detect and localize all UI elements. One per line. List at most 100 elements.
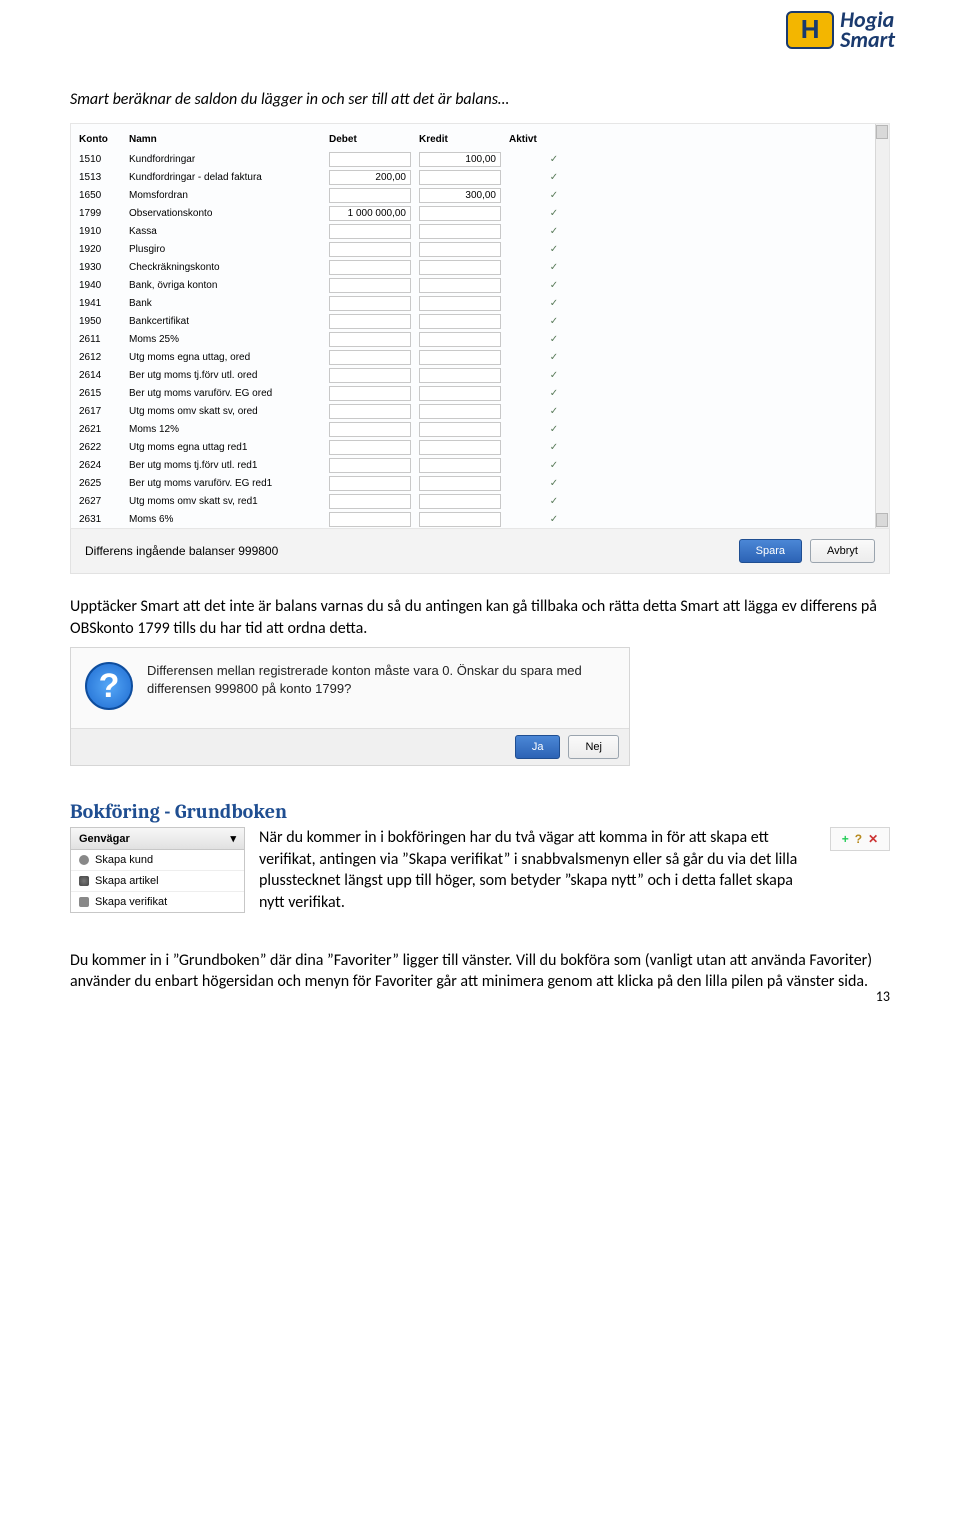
close-icon[interactable]: ✕ bbox=[868, 832, 878, 846]
debet-input[interactable] bbox=[329, 296, 411, 311]
table-row: 2625Ber utg moms varuförv. EG red1✓ bbox=[79, 474, 881, 492]
kredit-input[interactable] bbox=[419, 242, 501, 257]
debet-input[interactable] bbox=[329, 314, 411, 329]
cell-namn: Kundfordringar bbox=[129, 154, 329, 165]
debet-input[interactable] bbox=[329, 332, 411, 347]
debet-input[interactable] bbox=[329, 188, 411, 203]
table-row: 1920Plusgiro✓ bbox=[79, 240, 881, 258]
kredit-input[interactable] bbox=[419, 206, 501, 221]
paragraph-1: Upptäcker Smart att det inte är balans v… bbox=[70, 596, 890, 639]
table-row: 2622Utg moms egna uttag red1✓ bbox=[79, 438, 881, 456]
scrollbar[interactable] bbox=[875, 124, 889, 528]
cell-konto: 1940 bbox=[79, 280, 129, 291]
cell-konto: 2614 bbox=[79, 370, 129, 381]
diff-label: Differens ingående balanser 999800 bbox=[85, 544, 278, 558]
kredit-input[interactable] bbox=[419, 332, 501, 347]
cell-namn: Ber utg moms varuförv. EG red1 bbox=[129, 478, 329, 489]
cell-konto: 1650 bbox=[79, 190, 129, 201]
kredit-input[interactable] bbox=[419, 458, 501, 473]
kredit-input[interactable] bbox=[419, 170, 501, 185]
dialog-yes-button[interactable]: Ja bbox=[515, 735, 561, 759]
cell-konto: 2612 bbox=[79, 352, 129, 363]
grundboken-paragraph: När du kommer in i bokföringen har du tv… bbox=[259, 827, 816, 913]
cell-namn: Bankcertifikat bbox=[129, 316, 329, 327]
kredit-input[interactable] bbox=[419, 368, 501, 383]
cell-namn: Utg moms egna uttag red1 bbox=[129, 442, 329, 453]
cell-namn: Bank bbox=[129, 298, 329, 309]
gear-icon bbox=[79, 876, 89, 886]
kredit-input[interactable] bbox=[419, 404, 501, 419]
table-row: 1940Bank, övriga konton✓ bbox=[79, 276, 881, 294]
cell-namn: Ber utg moms tj.förv utl. ored bbox=[129, 370, 329, 381]
table-row: 1799Observationskonto1 000 000,00✓ bbox=[79, 204, 881, 222]
kredit-input[interactable] bbox=[419, 260, 501, 275]
cell-konto: 1799 bbox=[79, 208, 129, 219]
shortcut-item-skapa-kund[interactable]: Skapa kund bbox=[71, 850, 244, 871]
scroll-up-icon[interactable] bbox=[876, 125, 888, 139]
check-icon: ✓ bbox=[550, 298, 558, 309]
scroll-down-icon[interactable] bbox=[876, 513, 888, 527]
debet-input[interactable]: 200,00 bbox=[329, 170, 411, 185]
question-icon: ? bbox=[85, 662, 133, 710]
kredit-input[interactable] bbox=[419, 512, 501, 527]
cell-namn: Kundfordringar - delad faktura bbox=[129, 172, 329, 183]
cancel-button[interactable]: Avbryt bbox=[810, 539, 875, 563]
debet-input[interactable] bbox=[329, 386, 411, 401]
dialog-no-button[interactable]: Nej bbox=[568, 735, 619, 759]
table-row: 2627Utg moms omv skatt sv, red1✓ bbox=[79, 492, 881, 510]
help-icon[interactable]: ? bbox=[855, 832, 862, 846]
debet-input[interactable] bbox=[329, 242, 411, 257]
chevron-down-icon: ▾ bbox=[230, 832, 236, 845]
check-icon: ✓ bbox=[550, 388, 558, 399]
debet-input[interactable] bbox=[329, 512, 411, 527]
debet-input[interactable] bbox=[329, 494, 411, 509]
plus-icon[interactable]: + bbox=[842, 832, 849, 846]
debet-input[interactable] bbox=[329, 458, 411, 473]
debet-input[interactable] bbox=[329, 476, 411, 491]
kredit-input[interactable] bbox=[419, 440, 501, 455]
col-aktivt: Aktivt bbox=[509, 134, 599, 145]
paragraph-2: Du kommer in i ”Grundboken” där dina ”Fa… bbox=[70, 950, 890, 993]
kredit-input[interactable] bbox=[419, 386, 501, 401]
kredit-input[interactable] bbox=[419, 422, 501, 437]
cell-konto: 2621 bbox=[79, 424, 129, 435]
shortcut-item-skapa-artikel[interactable]: Skapa artikel bbox=[71, 871, 244, 892]
table-row: 2617Utg moms omv skatt sv, ored✓ bbox=[79, 402, 881, 420]
logo-mark-icon: H bbox=[786, 11, 834, 49]
debet-input[interactable] bbox=[329, 440, 411, 455]
intro-paragraph: Smart beräknar de saldon du lägger in oc… bbox=[70, 90, 890, 109]
check-icon: ✓ bbox=[550, 442, 558, 453]
kredit-input[interactable] bbox=[419, 476, 501, 491]
col-debet: Debet bbox=[329, 134, 419, 145]
check-icon: ✓ bbox=[550, 190, 558, 201]
debet-input[interactable] bbox=[329, 368, 411, 383]
check-icon: ✓ bbox=[550, 316, 558, 327]
kredit-input[interactable]: 100,00 bbox=[419, 152, 501, 167]
debet-input[interactable]: 1 000 000,00 bbox=[329, 206, 411, 221]
debet-input[interactable] bbox=[329, 260, 411, 275]
table-row: 2624Ber utg moms tj.förv utl. red1✓ bbox=[79, 456, 881, 474]
debet-input[interactable] bbox=[329, 422, 411, 437]
cell-konto: 2631 bbox=[79, 514, 129, 525]
debet-input[interactable] bbox=[329, 278, 411, 293]
kredit-input[interactable] bbox=[419, 350, 501, 365]
kredit-input[interactable] bbox=[419, 296, 501, 311]
cell-namn: Utg moms egna uttag, ored bbox=[129, 352, 329, 363]
shortcuts-header[interactable]: Genvägar ▾ bbox=[71, 828, 244, 850]
kredit-input[interactable] bbox=[419, 314, 501, 329]
debet-input[interactable] bbox=[329, 224, 411, 239]
kredit-input[interactable]: 300,00 bbox=[419, 188, 501, 203]
kredit-input[interactable] bbox=[419, 494, 501, 509]
debet-input[interactable] bbox=[329, 152, 411, 167]
save-button[interactable]: Spara bbox=[739, 539, 802, 563]
shortcut-item-skapa-verifikat[interactable]: Skapa verifikat bbox=[71, 892, 244, 912]
table-row: 2631Moms 6%✓ bbox=[79, 510, 881, 528]
kredit-input[interactable] bbox=[419, 224, 501, 239]
kredit-input[interactable] bbox=[419, 278, 501, 293]
debet-input[interactable] bbox=[329, 350, 411, 365]
table-row: 1950Bankcertifikat✓ bbox=[79, 312, 881, 330]
check-icon: ✓ bbox=[550, 244, 558, 255]
page-number: 13 bbox=[876, 988, 890, 1005]
debet-input[interactable] bbox=[329, 404, 411, 419]
cell-namn: Plusgiro bbox=[129, 244, 329, 255]
